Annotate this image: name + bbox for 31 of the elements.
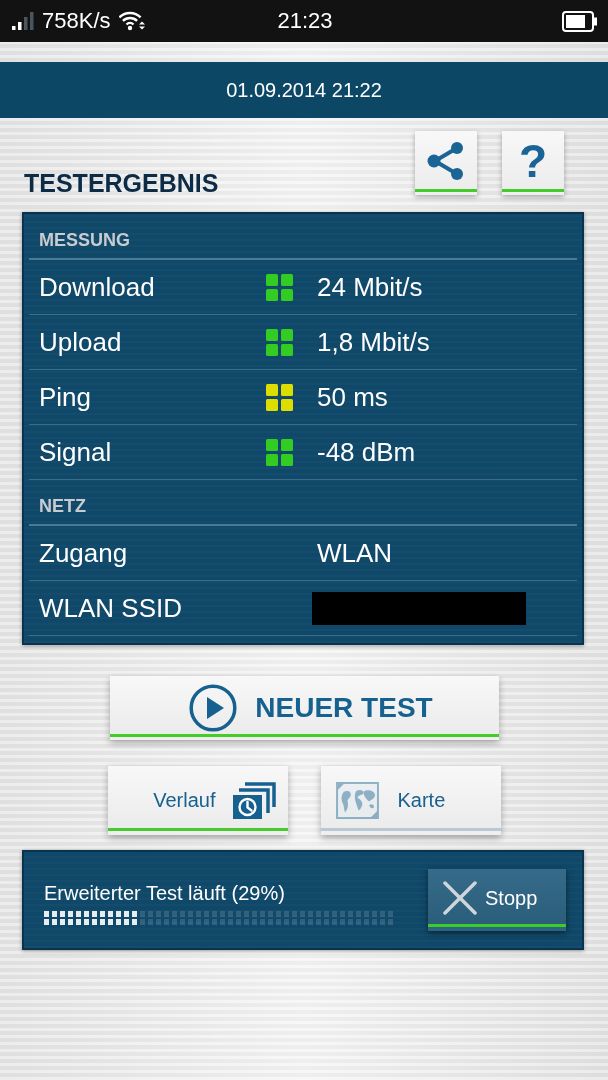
row-label: Signal — [39, 436, 113, 468]
cross-icon — [443, 881, 477, 915]
signal-icon — [12, 12, 34, 30]
section-heading: NETZ — [39, 496, 86, 517]
row-value: WLAN — [317, 537, 394, 569]
battery-icon — [562, 10, 598, 32]
progress-label: Erweiterter Test läuft (29%) — [44, 881, 286, 905]
row-label: WLAN SSID — [39, 592, 184, 624]
row-value: 1,8 Mbit/s — [317, 326, 431, 358]
network-speed: 758K/s — [42, 8, 111, 34]
world-map-icon — [335, 782, 379, 819]
share-button[interactable] — [415, 131, 477, 195]
clock-time: 21:23 — [277, 8, 333, 34]
row-value: -48 dBm — [317, 436, 417, 468]
row-label: Download — [39, 271, 156, 303]
share-icon — [427, 141, 465, 181]
stacked-clock-icon — [232, 782, 276, 819]
stop-button[interactable]: Stopp — [428, 869, 566, 931]
section-heading: MESSUNG — [39, 230, 130, 251]
wifi-icon — [118, 11, 145, 31]
row-value: 24 Mbit/s — [317, 271, 424, 303]
date-time: 01.09.2014 21:22 — [226, 78, 382, 102]
row-label: Ping — [39, 381, 93, 413]
page-title: TESTERGEBNIS — [24, 169, 220, 198]
row-label: Upload — [39, 326, 123, 358]
row-value: 50 ms — [317, 381, 389, 413]
help-button[interactable]: ? — [502, 131, 564, 195]
history-button[interactable]: Verlauf — [107, 766, 288, 835]
new-test-button[interactable]: NEUER TEST — [109, 676, 499, 740]
play-icon — [189, 684, 238, 732]
row-label: Zugang — [39, 537, 129, 569]
